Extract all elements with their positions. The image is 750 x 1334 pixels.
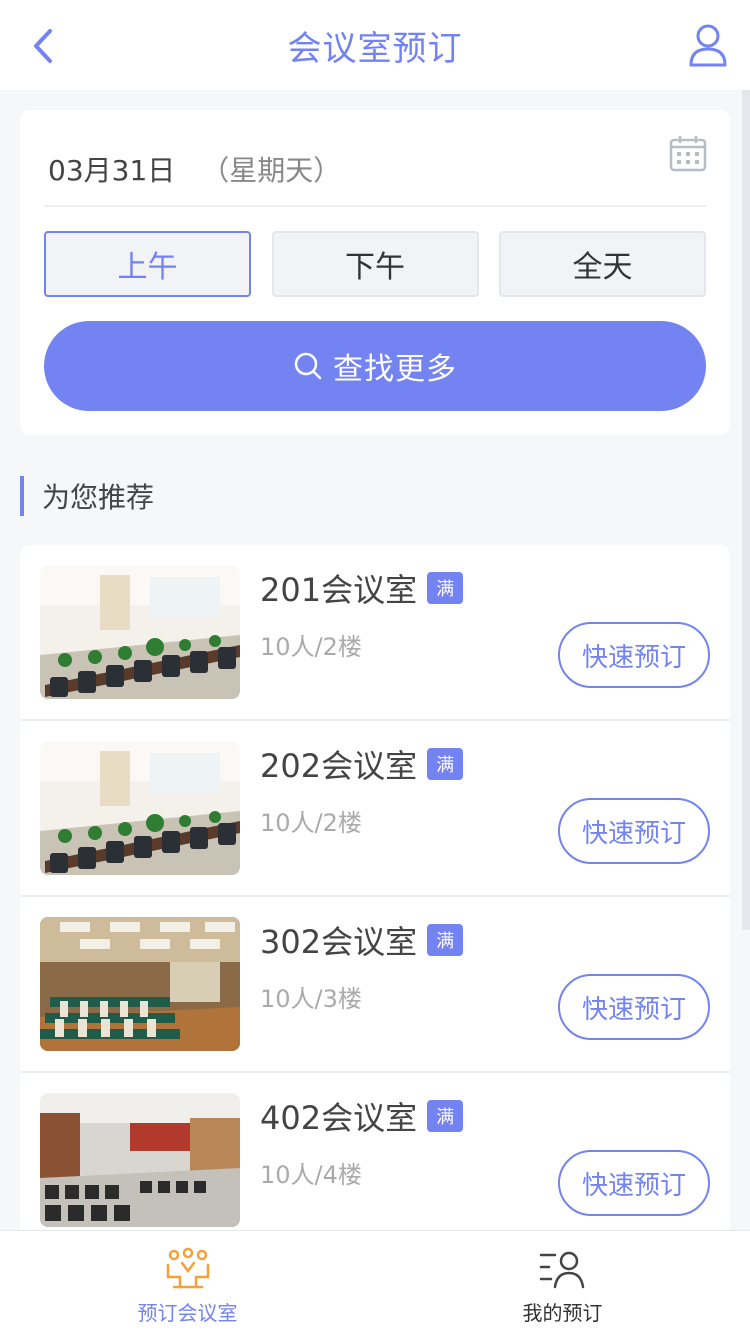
room-photo [40,917,240,1051]
page-title: 会议室预订 [287,28,463,69]
quick-book-button[interactable]: 快速预订 [558,798,710,864]
bottom-tab-bar: 预订会议室 我的预订 [0,1230,750,1334]
search-card: 03月31日 （星期天） 上午 下午 全天 查找更多 [20,110,730,435]
room-name-text: 201会议室 [260,571,418,609]
room-name: 402会议室 满 [260,1093,464,1139]
chevron-left-icon[interactable] [28,26,58,66]
date-text: 03月31日 [48,154,176,187]
section-title: 为您推荐 [20,476,154,516]
top-bar: 会议室预订 [0,0,750,90]
find-more-label: 查找更多 [333,352,457,387]
scrollbar[interactable] [742,90,750,930]
time-segment-group: 上午 下午 全天 [44,231,706,297]
quick-book-button[interactable]: 快速预订 [558,1150,710,1216]
segment-afternoon[interactable]: 下午 [271,231,479,297]
room-name-text: 202会议室 [260,747,418,785]
room-name: 302会议室 满 [260,917,464,963]
tab-label: 我的预订 [522,1301,603,1325]
tab-label: 预订会议室 [137,1301,238,1325]
room-name: 201会议室 满 [260,565,464,611]
date-picker[interactable]: 03月31日 （星期天） [48,134,708,204]
segment-all-day[interactable]: 全天 [499,231,706,297]
status-badge: 满 [427,1100,464,1132]
calendar-icon[interactable] [668,134,708,174]
quick-book-button[interactable]: 快速预订 [558,974,710,1040]
search-icon [294,352,322,380]
room-capacity: 10人/4楼 [260,1161,362,1189]
room-photo [40,741,240,875]
list-item[interactable]: 202会议室 满 10人/2楼 快速预订 [20,721,730,897]
room-capacity: 10人/3楼 [260,985,362,1013]
weekday-text: （星期天） [201,154,342,187]
room-list: 201会议室 满 10人/2楼 快速预订 202会议室 满 10人/2楼 快速预… [20,545,730,1249]
status-badge: 满 [427,748,464,780]
tab-book-room[interactable]: 预订会议室 [0,1231,375,1334]
tab-my-bookings[interactable]: 我的预订 [375,1231,750,1334]
divider [44,205,706,207]
room-capacity: 10人/2楼 [260,633,362,661]
meeting-room-icon [166,1247,209,1289]
find-more-button[interactable]: 查找更多 [44,321,706,411]
list-item[interactable]: 302会议室 满 10人/3楼 快速预订 [20,897,730,1073]
room-photo [40,565,240,699]
quick-book-button[interactable]: 快速预订 [558,622,710,688]
room-name-text: 402会议室 [260,1099,418,1137]
room-photo [40,1093,240,1227]
segment-morning[interactable]: 上午 [44,231,251,297]
status-badge: 满 [427,924,464,956]
user-icon[interactable] [688,22,728,68]
status-badge: 满 [427,572,464,604]
list-item[interactable]: 201会议室 满 10人/2楼 快速预订 [20,545,730,721]
list-item[interactable]: 402会议室 满 10人/4楼 快速预订 [20,1073,730,1249]
room-name: 202会议室 满 [260,741,464,787]
room-name-text: 302会议室 [260,923,418,961]
my-booking-icon [539,1251,584,1289]
room-capacity: 10人/2楼 [260,809,362,837]
